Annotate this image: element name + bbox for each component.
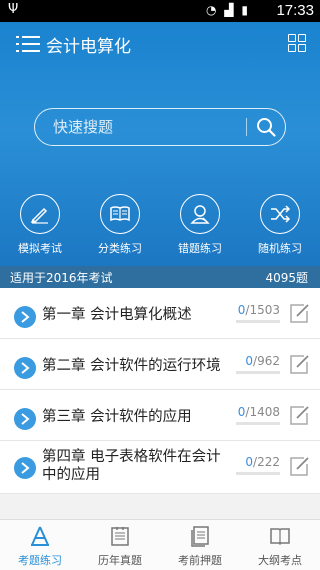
search-box xyxy=(34,108,286,146)
book-icon xyxy=(100,194,140,234)
tab-predicted-questions[interactable]: 考前押题 xyxy=(160,520,240,570)
header-hero: 会计电算化 模拟考试 分类练习 错题练习 随机练习 xyxy=(0,22,320,266)
status-time: 17:33 xyxy=(276,2,314,19)
usb-icon: Ψ xyxy=(8,2,19,17)
quick-action-label: 错题练习 xyxy=(178,242,222,255)
battery-icon: ▮ xyxy=(241,3,250,17)
app-title: 会计电算化 xyxy=(46,37,131,57)
search-icon[interactable] xyxy=(256,117,276,137)
menu-icon[interactable] xyxy=(16,34,40,54)
tab-label: 考前押题 xyxy=(178,554,222,567)
chapter-title-line: 中的应用 xyxy=(42,467,100,483)
quick-action-wrong-questions[interactable]: 错题练习 xyxy=(170,194,230,256)
wifi-icon: ◔ xyxy=(206,3,219,17)
tab-syllabus-points[interactable]: 大纲考点 xyxy=(240,520,320,570)
question-total: 4095题 xyxy=(265,271,308,285)
progress-bar xyxy=(236,422,280,425)
chapter-title: 第四章 电子表格软件在会计 中的应用 xyxy=(42,448,221,484)
notes-icon xyxy=(191,526,209,547)
pencil-icon xyxy=(20,194,60,234)
tab-label: 历年真题 xyxy=(98,554,142,567)
chapter-title: 第三章 会计软件的应用 xyxy=(42,409,192,425)
search-input[interactable] xyxy=(51,117,245,137)
tab-exam-practice[interactable]: 考题练习 xyxy=(0,520,80,570)
chapter-item[interactable]: 第四章 电子表格软件在会计 中的应用 0/222 xyxy=(0,441,320,494)
chapter-progress: 0/222 xyxy=(245,455,280,469)
chevron-right-icon xyxy=(14,357,36,379)
user-icon xyxy=(180,194,220,234)
quick-action-label: 模拟考试 xyxy=(18,242,62,255)
bottom-tab-bar: 考题练习 历年真题 考前押题 大纲考点 xyxy=(0,519,320,570)
chapter-title: 第二章 会计软件的运行环境 xyxy=(42,358,221,374)
edit-icon[interactable] xyxy=(288,404,310,426)
edit-icon[interactable] xyxy=(288,302,310,324)
open-book-icon xyxy=(270,528,290,546)
chapter-item[interactable]: 第三章 会计软件的应用 0/1408 xyxy=(0,390,320,441)
shuffle-icon xyxy=(260,194,300,234)
quick-action-label: 分类练习 xyxy=(98,242,142,255)
grid-icon[interactable] xyxy=(288,34,306,52)
progress-bar xyxy=(236,472,280,475)
quick-action-mock-exam[interactable]: 模拟考试 xyxy=(10,194,70,256)
status-bar: Ψ ◔ ▟ ▮ 17:33 xyxy=(0,0,320,22)
app-bar: 会计电算化 xyxy=(0,22,320,66)
quick-action-category-practice[interactable]: 分类练习 xyxy=(90,194,150,256)
status-icons: ◔ ▟ ▮ xyxy=(206,3,250,17)
chevron-right-icon xyxy=(14,408,36,430)
tab-label: 考题练习 xyxy=(18,554,62,567)
quick-action-random-practice[interactable]: 随机练习 xyxy=(250,194,310,256)
exam-year-label: 适用于2016年考试 xyxy=(10,271,113,285)
tab-past-papers[interactable]: 历年真题 xyxy=(80,520,160,570)
progress-bar xyxy=(236,320,280,323)
chapter-item[interactable]: 第二章 会计软件的运行环境 0/962 xyxy=(0,339,320,390)
chevron-right-icon xyxy=(14,306,36,328)
edit-icon[interactable] xyxy=(288,353,310,375)
search-divider xyxy=(246,118,247,136)
chevron-right-icon xyxy=(14,457,36,479)
chapter-progress: 0/962 xyxy=(245,354,280,368)
compass-icon xyxy=(31,526,49,546)
quick-action-label: 随机练习 xyxy=(258,242,302,255)
exam-info-bar: 适用于2016年考试 4095题 xyxy=(0,266,320,288)
chapter-progress: 0/1503 xyxy=(237,303,280,317)
document-icon xyxy=(111,527,129,546)
edit-icon[interactable] xyxy=(288,455,310,477)
chapter-progress: 0/1408 xyxy=(237,405,280,419)
signal-icon: ▟ xyxy=(224,3,236,17)
chapter-title-line: 第四章 电子表格软件在会计 xyxy=(42,449,221,465)
chapter-item[interactable]: 第一章 会计电算化概述 0/1503 xyxy=(0,288,320,339)
progress-bar xyxy=(236,371,280,374)
tab-label: 大纲考点 xyxy=(258,554,302,567)
chapter-title: 第一章 会计电算化概述 xyxy=(42,307,192,323)
